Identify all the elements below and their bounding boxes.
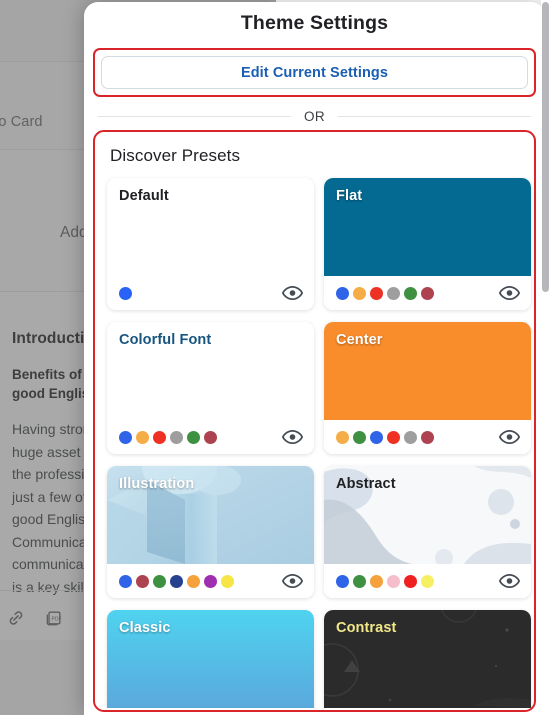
preset-card-footer bbox=[107, 564, 314, 598]
theme-settings-dialog: Theme Settings Edit Current Settings OR … bbox=[84, 2, 545, 715]
color-swatch bbox=[353, 430, 366, 444]
background-info-card-label: Info Card bbox=[0, 114, 43, 130]
preset-card-footer bbox=[107, 276, 314, 310]
color-swatch bbox=[370, 574, 383, 588]
color-swatch bbox=[421, 286, 434, 300]
color-swatch bbox=[170, 574, 183, 588]
color-swatch bbox=[353, 286, 366, 300]
screen: Info Card Add Introduction Benefits of h… bbox=[0, 0, 550, 715]
color-swatch bbox=[153, 574, 166, 588]
color-swatch bbox=[421, 574, 434, 588]
color-swatch bbox=[153, 430, 166, 444]
eye-icon[interactable] bbox=[281, 429, 304, 445]
preset-name: Contrast bbox=[336, 620, 397, 636]
preset-card[interactable]: Classic bbox=[107, 610, 314, 712]
preset-card[interactable]: Illustration bbox=[107, 466, 314, 598]
preset-name: Flat bbox=[336, 188, 363, 204]
color-swatch bbox=[387, 574, 400, 588]
preset-color-swatches bbox=[336, 286, 499, 300]
discover-presets-title: Discover Presets bbox=[110, 146, 241, 165]
scrollbar-thumb[interactable] bbox=[542, 2, 549, 292]
preset-color-swatches bbox=[119, 430, 282, 444]
preset-card-footer bbox=[324, 708, 531, 712]
preset-card-footer bbox=[107, 420, 314, 454]
color-swatch bbox=[119, 286, 132, 300]
color-swatch bbox=[119, 430, 132, 444]
link-icon[interactable] bbox=[6, 608, 26, 628]
preset-name: Center bbox=[336, 332, 383, 348]
preset-card[interactable]: Center bbox=[324, 322, 531, 454]
preset-name: Classic bbox=[119, 620, 171, 636]
color-swatch bbox=[404, 286, 417, 300]
preset-card-footer bbox=[324, 420, 531, 454]
preset-name: Illustration bbox=[119, 476, 195, 492]
preset-card-footer bbox=[107, 708, 314, 712]
color-swatch bbox=[404, 574, 417, 588]
color-swatch bbox=[187, 430, 200, 444]
color-swatch bbox=[404, 430, 417, 444]
color-swatch bbox=[370, 286, 383, 300]
svg-text:PDF: PDF bbox=[52, 617, 62, 623]
preset-card[interactable]: Default bbox=[107, 178, 314, 310]
separator-line-right bbox=[338, 116, 531, 117]
preset-card-footer bbox=[324, 276, 531, 310]
pdf-copy-icon[interactable]: PDF bbox=[44, 608, 64, 628]
color-swatch bbox=[370, 430, 383, 444]
preset-color-swatches bbox=[119, 286, 282, 300]
preset-color-swatches bbox=[336, 430, 499, 444]
preset-name: Abstract bbox=[336, 476, 396, 492]
color-swatch bbox=[387, 286, 400, 300]
eye-icon[interactable] bbox=[281, 285, 304, 301]
or-label: OR bbox=[303, 109, 326, 124]
color-swatch bbox=[170, 430, 183, 444]
color-swatch bbox=[136, 574, 149, 588]
or-separator: OR bbox=[98, 109, 531, 124]
color-swatch bbox=[421, 430, 434, 444]
color-swatch bbox=[136, 430, 149, 444]
color-swatch bbox=[221, 574, 234, 588]
preset-card-footer bbox=[324, 564, 531, 598]
preset-grid: Default Flat Colorful Font Center Illustrati… bbox=[107, 178, 531, 712]
color-swatch bbox=[187, 574, 200, 588]
preset-color-swatches bbox=[336, 574, 499, 588]
eye-icon[interactable] bbox=[281, 573, 304, 589]
color-swatch bbox=[336, 286, 349, 300]
separator-line-left bbox=[98, 116, 291, 117]
preset-name: Colorful Font bbox=[119, 332, 212, 348]
color-swatch bbox=[119, 574, 132, 588]
dialog-title: Theme Settings bbox=[240, 12, 389, 34]
eye-icon[interactable] bbox=[498, 573, 521, 589]
preset-card[interactable]: Colorful Font bbox=[107, 322, 314, 454]
preset-card[interactable]: Contrast bbox=[324, 610, 531, 712]
preset-name: Default bbox=[119, 188, 169, 204]
color-swatch bbox=[353, 574, 366, 588]
discover-presets-section: Discover Presets Default Flat Colorful Fon… bbox=[93, 130, 536, 712]
color-swatch bbox=[387, 430, 400, 444]
edit-current-settings-button[interactable]: Edit Current Settings bbox=[101, 56, 528, 89]
color-swatch bbox=[336, 574, 349, 588]
eye-icon[interactable] bbox=[498, 429, 521, 445]
preset-card[interactable]: Abstract bbox=[324, 466, 531, 598]
eye-icon[interactable] bbox=[498, 285, 521, 301]
preset-card[interactable]: Flat bbox=[324, 178, 531, 310]
preset-color-swatches bbox=[119, 574, 282, 588]
color-swatch bbox=[204, 574, 217, 588]
color-swatch bbox=[204, 430, 217, 444]
color-swatch bbox=[336, 430, 349, 444]
